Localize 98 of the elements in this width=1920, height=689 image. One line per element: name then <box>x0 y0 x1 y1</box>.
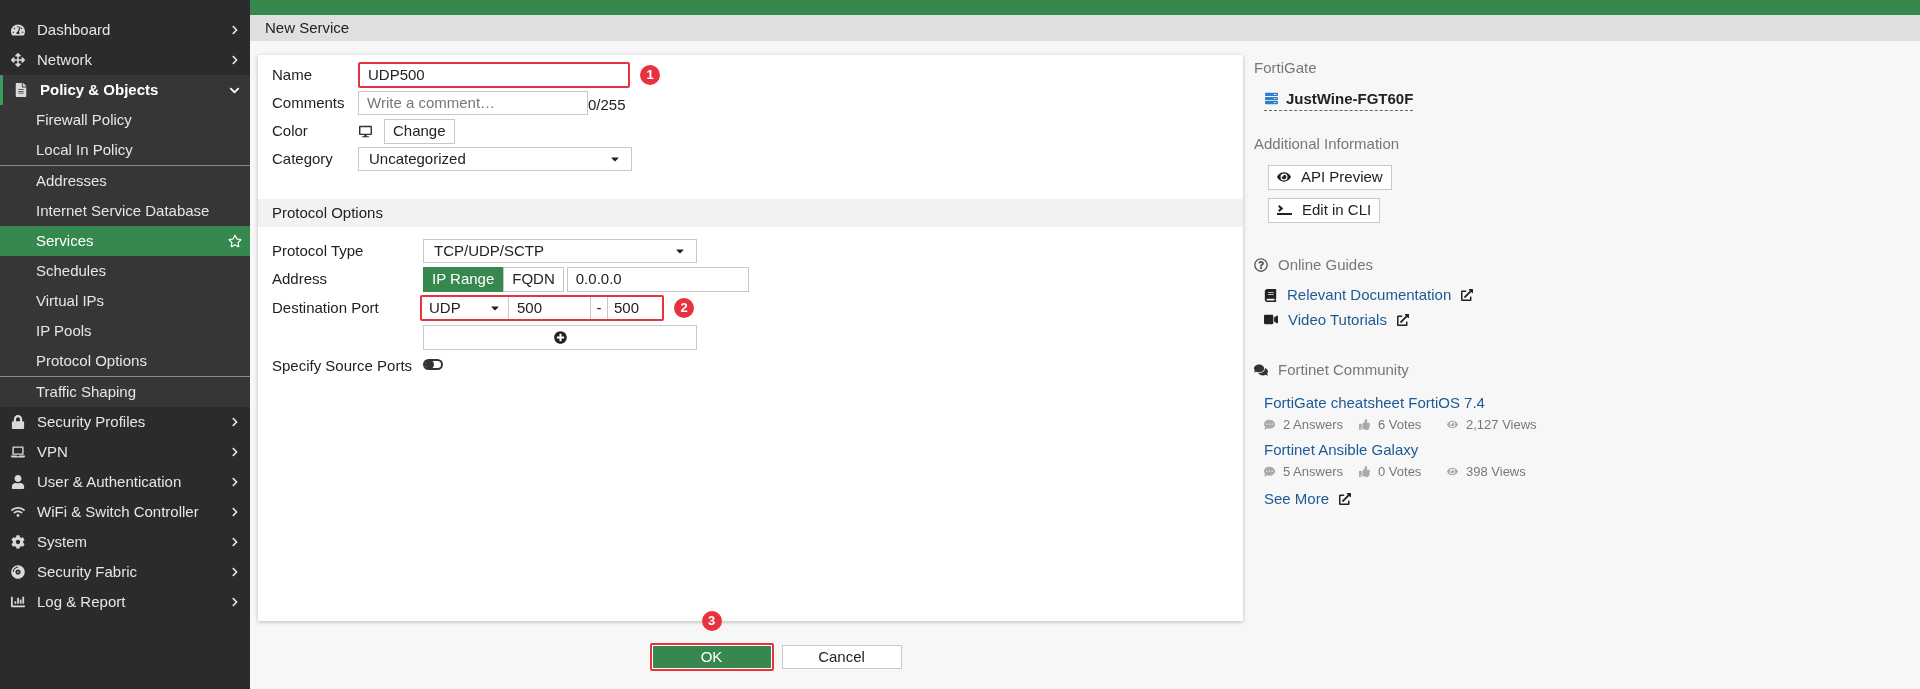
field-label: Comments <box>272 92 346 113</box>
vote-count: 6 Votes <box>1378 416 1423 434</box>
sidebar-submenu-item[interactable]: Services <box>0 226 250 256</box>
community-post-link[interactable]: Fortinet Ansible Galaxy <box>1264 438 1419 461</box>
guide-link[interactable]: Video Tutorials <box>1288 308 1387 331</box>
chat-bubbles-icon <box>1254 363 1268 378</box>
sidebar-submenu-item[interactable]: Traffic Shaping <box>0 377 250 407</box>
vote-count: 0 Votes <box>1378 463 1423 481</box>
guide-link[interactable]: Relevant Documentation <box>1287 284 1452 307</box>
community-post-link[interactable]: FortiGate cheatsheet FortiOS 7.4 <box>1264 391 1485 414</box>
star-icon[interactable] <box>228 234 242 248</box>
answer-count: 2 Answers <box>1283 416 1344 434</box>
thumbs-up-icon <box>1359 466 1370 478</box>
see-more-link[interactable]: See More <box>1264 487 1330 510</box>
book-icon <box>1264 288 1277 302</box>
device-name-link[interactable]: JustWine-FGT60F <box>1286 87 1414 110</box>
dropdown-select[interactable]: Uncategorized <box>358 147 632 171</box>
sidebar-menu-item[interactable]: Security Fabric <box>0 557 250 587</box>
view-count: 2,127 Views <box>1466 416 1537 434</box>
sidebar-submenu-item[interactable]: Protocol Options <box>0 346 250 376</box>
settings-icon <box>11 535 25 549</box>
four-arrows-icon <box>11 53 25 67</box>
sidebar-menu-item[interactable]: VPN <box>0 437 250 467</box>
chevron-right-icon <box>230 447 240 457</box>
page-title: New Service <box>265 17 350 38</box>
video-camera-icon <box>1264 313 1278 327</box>
section-title: Protocol Options <box>272 202 383 223</box>
field-label: Color <box>272 120 309 141</box>
field-label: Address <box>272 268 329 289</box>
chevron-right-icon <box>230 25 240 35</box>
lock-icon <box>11 415 25 429</box>
comment-icon <box>1264 466 1275 478</box>
field-label: Category <box>272 148 334 169</box>
address-input[interactable]: 0.0.0.0 <box>566 266 749 292</box>
section-heading: Online Guides <box>1278 254 1374 275</box>
chevron-right-icon <box>230 55 240 65</box>
character-counter: 0/255 <box>588 94 626 115</box>
sidebar-menu-item[interactable]: Policy & Objects <box>0 75 250 105</box>
panel-action-button[interactable]: API Preview <box>1268 164 1392 190</box>
sidebar-menu-item[interactable]: Log & Report <box>0 587 250 617</box>
thumbs-up-icon <box>1359 419 1370 431</box>
view-count: 398 Views <box>1466 463 1526 481</box>
section-heading: FortiGate <box>1254 58 1318 78</box>
sidebar-submenu-item[interactable]: Schedules <box>0 256 250 286</box>
sidebar-submenu-item[interactable]: Firewall Policy <box>0 105 250 135</box>
chevron-right-icon <box>230 597 240 607</box>
panel-action-button[interactable]: Edit in CLI <box>1268 197 1381 223</box>
chevron-right-icon <box>230 477 240 487</box>
field-label: Destination Port <box>272 297 380 318</box>
cancel-button[interactable]: Cancel <box>781 645 902 669</box>
wifi-icon <box>11 505 25 519</box>
sidebar-submenu-item[interactable]: Virtual IPs <box>0 286 250 316</box>
external-link-icon <box>1396 313 1409 326</box>
device-icon <box>1264 92 1279 106</box>
section-heading: Additional Information <box>1254 134 1401 154</box>
bar-chart-icon <box>11 595 25 609</box>
step-number-badge: 2 <box>674 298 694 318</box>
document-icon <box>14 83 28 97</box>
external-link-icon <box>1461 289 1474 302</box>
sidebar-submenu-item[interactable]: Addresses <box>0 166 250 196</box>
eye-icon <box>1447 466 1458 478</box>
field-label: Protocol Type <box>272 240 365 261</box>
field-label: Name <box>272 64 313 85</box>
monitor-icon <box>359 124 372 138</box>
terminal-prompt-icon <box>1277 205 1292 215</box>
comment-icon <box>1264 419 1275 431</box>
address-type-tab[interactable]: IP Range <box>423 266 504 292</box>
sidebar-submenu-item[interactable]: IP Pools <box>0 316 250 346</box>
chevron-right-icon <box>230 507 240 517</box>
sidebar-menu-item[interactable]: WiFi & Switch Controller <box>0 497 250 527</box>
chevron-right-icon <box>230 537 240 547</box>
ok-button[interactable]: OK <box>651 645 772 669</box>
dropdown-select[interactable]: TCP/UDP/SCTP <box>423 239 697 263</box>
toggle-switch[interactable] <box>423 358 443 370</box>
comment-textarea[interactable]: Write a comment… <box>358 91 588 115</box>
help-icon <box>1254 257 1268 272</box>
answer-count: 5 Answers <box>1283 463 1344 481</box>
range-separator: - <box>595 297 603 318</box>
sidebar-menu-item[interactable]: Dashboard <box>0 15 250 45</box>
sidebar-menu-item[interactable]: Network <box>0 45 250 75</box>
laptop-icon <box>11 445 25 459</box>
address-type-tab[interactable]: FQDN <box>503 266 564 292</box>
sidebar-submenu-item[interactable]: Internet Service Database <box>0 196 250 226</box>
field-label: Specify Source Ports <box>272 355 414 376</box>
external-link-icon <box>1339 492 1352 505</box>
change-color-button[interactable]: Change <box>384 118 455 144</box>
eye-icon <box>1447 419 1458 431</box>
user-icon <box>11 475 25 489</box>
section-heading: Fortinet Community <box>1278 360 1409 380</box>
eye-icon <box>1277 170 1291 184</box>
dashboard-gauge-icon <box>11 23 25 37</box>
chevron-right-icon <box>230 567 240 577</box>
sidebar-submenu-item[interactable]: Local In Policy <box>0 135 250 165</box>
chevron-right-icon <box>230 417 240 427</box>
sidebar-menu-item[interactable]: System <box>0 527 250 557</box>
sidebar-menu-item[interactable]: Security Profiles <box>0 407 250 437</box>
step-number-badge: 1 <box>640 65 660 85</box>
sidebar-menu-item[interactable]: User & Authentication <box>0 467 250 497</box>
